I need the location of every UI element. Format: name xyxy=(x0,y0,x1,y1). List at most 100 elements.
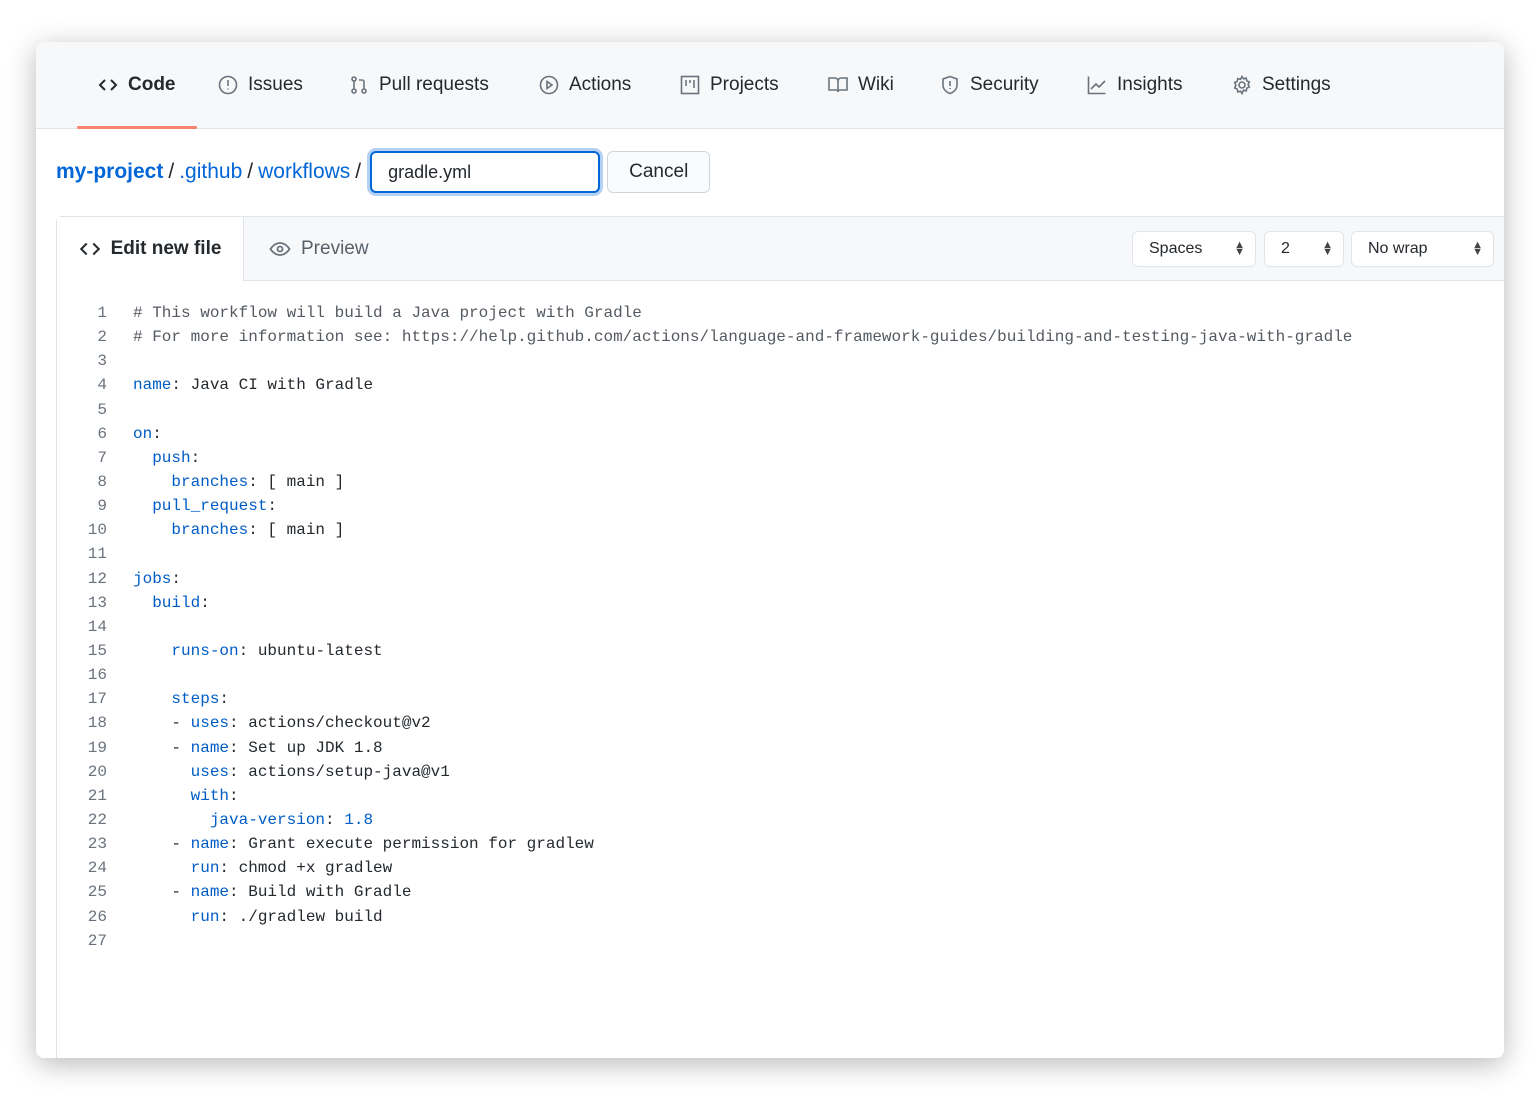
yaml-key: jobs xyxy=(133,569,172,588)
project-icon xyxy=(680,75,700,95)
line-content: branches: [ main ] xyxy=(133,470,344,494)
code-text: : xyxy=(219,690,230,709)
line-number: 12 xyxy=(87,569,107,588)
breadcrumb-github-link[interactable]: .github xyxy=(179,160,242,184)
line-number: 1 xyxy=(97,304,107,322)
tab-insights[interactable]: Insights xyxy=(1087,42,1182,128)
code-text: : actions/checkout@v2 xyxy=(229,714,431,733)
wrap-mode-select[interactable]: No wrap ▲ ▼ xyxy=(1351,231,1494,267)
line-number: 24 xyxy=(87,859,107,878)
tab-issues[interactable]: Issues xyxy=(218,42,303,128)
code-text: : actions/setup-java@v1 xyxy=(229,762,450,781)
line-number: 20 xyxy=(87,762,107,781)
yaml-key: run xyxy=(190,907,220,926)
play-icon xyxy=(539,75,559,95)
tab-edit-new-file[interactable]: Edit new file xyxy=(57,217,244,281)
code-text: : xyxy=(200,593,210,612)
tab-label: Actions xyxy=(569,74,632,95)
tab-label: Pull requests xyxy=(379,74,489,95)
code-line: 26 run: ./gradlew build xyxy=(57,905,1352,929)
code-line: 8 branches: [ main ] xyxy=(57,470,1352,494)
tab-actions[interactable]: Actions xyxy=(539,42,631,128)
code-text: : [ main ] xyxy=(248,521,345,540)
line-content: pull_request: xyxy=(133,494,277,518)
code-comment: # This workflow will build a Java projec… xyxy=(133,304,642,322)
code-line: 18 - uses: actions/checkout@v2 xyxy=(57,711,1352,735)
tab-pull-requests[interactable]: Pull requests xyxy=(349,42,489,128)
tab-preview[interactable]: Preview xyxy=(269,217,369,281)
code-text: - xyxy=(133,835,191,854)
line-number: 16 xyxy=(87,666,107,685)
line-content: branches: [ main ] xyxy=(133,518,344,542)
line-content: push: xyxy=(133,446,200,470)
select-value: No wrap xyxy=(1368,240,1428,257)
code-line: 5 xyxy=(57,398,1352,422)
line-content: # For more information see: https://help… xyxy=(133,325,1352,349)
code-line: 23 - name: Grant execute permission for … xyxy=(57,832,1352,856)
code-text: : ./gradlew build xyxy=(219,907,383,926)
code-line: 1 # This workflow will build a Java proje… xyxy=(57,301,1352,325)
line-content: on: xyxy=(133,422,162,446)
breadcrumb-separator: / xyxy=(355,160,362,183)
line-number: 19 xyxy=(87,738,107,757)
code-line: 21 with: xyxy=(57,784,1352,808)
editor-header: Edit new file Preview Spaces ▲ ▼ 2 ▲ ▼ No … xyxy=(57,217,1504,281)
code-text: : xyxy=(267,497,278,516)
code-line: 15 runs-on: ubuntu-latest xyxy=(57,639,1352,663)
eye-icon xyxy=(269,242,291,256)
tab-settings[interactable]: Settings xyxy=(1232,42,1331,128)
code-text: : xyxy=(171,569,182,588)
tab-label: Code xyxy=(128,74,176,95)
code-line: 27 xyxy=(57,929,1352,953)
code-line: 24 run: chmod +x gradlew xyxy=(57,856,1352,880)
filename-input[interactable] xyxy=(370,151,601,193)
breadcrumb-repo-link[interactable]: my-project xyxy=(56,160,163,184)
select-arrows-icon: ▲ ▼ xyxy=(1322,239,1333,258)
line-content: run: chmod +x gradlew xyxy=(133,856,393,880)
yaml-key: branches xyxy=(171,472,249,491)
cancel-button[interactable]: Cancel xyxy=(607,151,711,193)
breadcrumb-separator: / xyxy=(247,160,254,183)
code-line: 25 - name: Build with Gradle xyxy=(57,880,1352,904)
indent-size-select[interactable]: 2 ▲ ▼ xyxy=(1264,231,1344,267)
line-number: 8 xyxy=(97,472,107,491)
line-number: 11 xyxy=(87,545,107,564)
code-line: 17 steps: xyxy=(57,687,1352,711)
code-text: - xyxy=(133,738,191,757)
code-text: : Java CI with Gradle xyxy=(171,376,374,395)
line-number: 10 xyxy=(87,521,107,540)
tab-label: Insights xyxy=(1117,74,1183,95)
code-area[interactable]: 1 # This workflow will build a Java proje… xyxy=(57,301,1353,953)
line-number: 15 xyxy=(87,641,107,660)
line-content: steps: xyxy=(133,687,229,711)
line-number: 21 xyxy=(87,786,107,805)
tab-label: Security xyxy=(970,74,1039,95)
tab-wiki[interactable]: Wiki xyxy=(828,42,894,128)
tab-code[interactable]: Code xyxy=(77,42,196,129)
code-text: - xyxy=(133,714,191,733)
code-line: 4 name: Java CI with Gradle xyxy=(57,373,1352,397)
breadcrumb-workflows-link[interactable]: workflows xyxy=(258,160,350,184)
line-number: 14 xyxy=(87,617,107,636)
line-content: name: Java CI with Gradle xyxy=(133,373,373,397)
tab-security[interactable]: Security xyxy=(940,42,1039,128)
line-number: 7 xyxy=(97,448,107,467)
indent-mode-select[interactable]: Spaces ▲ ▼ xyxy=(1132,231,1256,267)
file-editor: Edit new file Preview Spaces ▲ ▼ 2 ▲ ▼ No … xyxy=(56,216,1504,1058)
yaml-key: uses xyxy=(190,762,230,781)
code-text: : Grant execute permission for gradlew xyxy=(229,835,594,854)
code-line: 14 xyxy=(57,615,1352,639)
breadcrumb-separator: / xyxy=(168,160,175,183)
line-content: - name: Set up JDK 1.8 xyxy=(133,736,382,760)
breadcrumb: my-project / .github / workflows / Cance… xyxy=(56,150,711,194)
tab-projects[interactable]: Projects xyxy=(680,42,779,128)
line-content: build: xyxy=(133,591,210,615)
code-line: 20 uses: actions/setup-java@v1 xyxy=(57,760,1352,784)
tab-label: Wiki xyxy=(858,74,894,95)
line-content: - name: Grant execute permission for gra… xyxy=(133,832,594,856)
